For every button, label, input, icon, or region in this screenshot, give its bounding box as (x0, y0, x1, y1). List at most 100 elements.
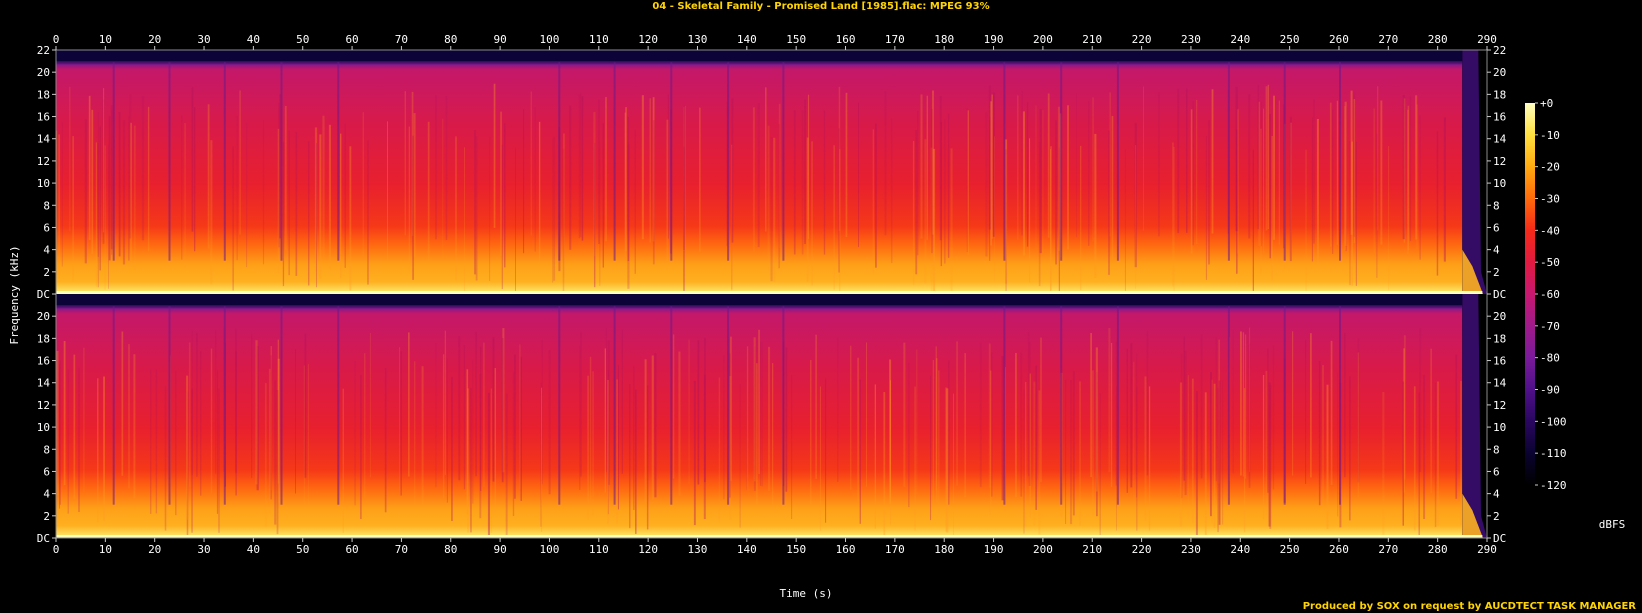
spectral-streak (1190, 109, 1193, 254)
spectral-streak (84, 119, 87, 264)
spectral-streak (1215, 337, 1217, 482)
spectral-streak (1035, 105, 1037, 250)
spectral-streak (1026, 102, 1029, 247)
spectral-streak (605, 327, 607, 472)
spectral-streak (1186, 88, 1188, 233)
transient-gap (1060, 306, 1063, 505)
transient-gap (168, 306, 171, 505)
spectral-streak (793, 110, 796, 255)
x-tick-label-bottom: 170 (885, 543, 905, 556)
x-tick-label-top: 180 (934, 33, 954, 46)
spectral-streak (1038, 390, 1041, 535)
spectral-streak (1029, 138, 1031, 283)
spectral-streak (1305, 149, 1307, 294)
spectral-streak (295, 349, 296, 494)
spectral-streak (191, 388, 193, 533)
spectral-streak (1196, 99, 1198, 244)
x-tick-label-top: 280 (1428, 33, 1448, 46)
spectral-streak (1316, 119, 1319, 264)
spectral-streak (515, 147, 516, 292)
spectral-streak (118, 112, 121, 257)
spectral-streak (966, 108, 968, 253)
spectral-streak (825, 378, 827, 523)
spectral-streak (483, 342, 485, 487)
x-tick-label-top: 210 (1082, 33, 1102, 46)
spectral-streak (489, 136, 491, 281)
spectral-streak (181, 115, 183, 260)
spectral-streak (1200, 334, 1203, 479)
spectral-streak (1355, 141, 1357, 286)
y-tick-label-left: 20 (37, 66, 50, 79)
spectral-streak (1133, 361, 1135, 506)
spectral-streak (270, 355, 272, 500)
x-tick-label-top: 230 (1181, 33, 1201, 46)
spectral-streak (649, 98, 651, 243)
x-tick-label-top: 30 (197, 33, 210, 46)
spectral-streak (408, 126, 410, 271)
spectral-streak (1146, 331, 1149, 476)
spectral-streak (175, 371, 177, 516)
spectral-streak (412, 135, 414, 280)
spectral-streak (884, 91, 887, 236)
dc-line (56, 291, 1483, 294)
spectral-streak (646, 385, 649, 530)
spectral-streak (823, 110, 826, 255)
x-tick-label-bottom: 40 (247, 543, 260, 556)
spectral-streak (931, 109, 933, 254)
spectral-streak (684, 105, 686, 250)
spectral-streak (1434, 382, 1437, 528)
spectral-streak (1265, 370, 1268, 516)
transient-gap (1060, 62, 1063, 261)
spectral-streak (1028, 341, 1031, 486)
spectral-streak (446, 358, 448, 503)
spectral-streak (501, 338, 504, 483)
transient-gap (1116, 62, 1119, 261)
spectral-streak (1413, 386, 1416, 531)
x-tick-label-top: 60 (345, 33, 358, 46)
spectral-streak (746, 346, 749, 491)
spectral-streak (1116, 386, 1117, 531)
spectral-streak (1237, 109, 1239, 254)
y-tick-label-right: DC (1493, 288, 1506, 301)
spectral-streak (729, 353, 731, 498)
x-tick-label-top: 10 (99, 33, 112, 46)
spectral-streak (1344, 333, 1346, 478)
spectral-streak (427, 121, 430, 266)
x-tick-label-bottom: 270 (1378, 543, 1398, 556)
y-tick-label-left: 14 (37, 377, 51, 390)
spectral-streak (295, 131, 298, 276)
y-tick-label-left: DC (37, 532, 50, 545)
y-tick-label-left: 10 (37, 421, 50, 434)
spectral-streak (1350, 90, 1353, 235)
colorbar-tick-label: -40 (1540, 224, 1560, 237)
spectral-streak (1349, 376, 1351, 521)
y-tick-label-right: 4 (1493, 244, 1500, 257)
spectral-streak (688, 339, 690, 484)
colorbar-tick-label: -30 (1540, 193, 1560, 206)
spectral-streak (342, 388, 344, 533)
colorbar-tick-label: -20 (1540, 161, 1560, 174)
spectral-streak (761, 342, 763, 487)
spectral-streak (1070, 379, 1073, 525)
spectral-streak (1055, 120, 1058, 265)
transient-gap (558, 306, 561, 505)
spectral-streak (985, 112, 988, 257)
cutoff-edge (56, 61, 1463, 65)
spectral-streak (678, 351, 681, 496)
y-tick-label-left: 14 (37, 133, 51, 146)
spectral-streak (693, 380, 696, 526)
spectral-streak (1419, 327, 1422, 472)
spectral-streak (1357, 352, 1359, 497)
spectral-streak (284, 106, 287, 251)
colorbar-tick-label: -80 (1540, 352, 1560, 365)
spectral-streak (1177, 88, 1180, 234)
spectral-streak (672, 334, 675, 479)
spectral-streak (141, 96, 145, 241)
spectral-streak (1158, 92, 1160, 237)
spectral-streak (1344, 106, 1346, 251)
spectral-streak (472, 359, 474, 504)
spectral-streak (890, 118, 893, 264)
y-tick-label-right: 18 (1493, 88, 1506, 101)
spectral-streak (1329, 102, 1332, 247)
spectral-streak (308, 141, 310, 286)
